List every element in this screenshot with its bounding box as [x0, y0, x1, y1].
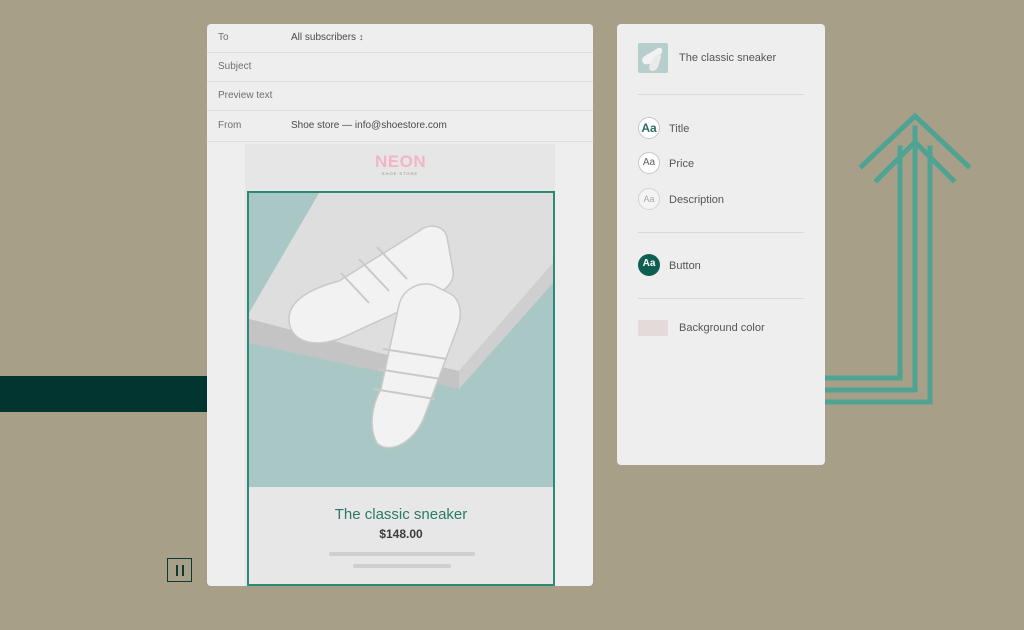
chevron-updown-icon[interactable]: ↕	[359, 32, 364, 42]
text-style-icon: Aa	[638, 117, 660, 139]
to-value[interactable]: All subscribers ↕	[291, 32, 364, 43]
preview-text-field[interactable]: Preview text	[207, 82, 593, 111]
style-panel: The classic sneaker Aa Title Aa Price Aa…	[617, 24, 825, 465]
style-description-label: Description	[669, 194, 725, 206]
divider	[638, 298, 804, 299]
text-style-icon: Aa	[638, 152, 660, 174]
style-title-label: Title	[669, 123, 690, 135]
pause-button[interactable]	[167, 558, 192, 582]
text-style-icon: Aa	[638, 188, 660, 210]
brand-logo: NEON SHOE STORE	[375, 152, 427, 177]
pause-icon	[175, 564, 178, 576]
brand-name: NEON	[375, 152, 427, 171]
description-placeholder-line	[329, 552, 475, 556]
pause-icon	[181, 564, 184, 576]
from-label: From	[218, 120, 242, 131]
upward-arrows-graphic	[822, 112, 972, 405]
from-field[interactable]: From Shoe store — info@shoestore.com	[207, 112, 593, 142]
panel-product-title: The classic sneaker	[679, 52, 777, 64]
product-thumbnail	[638, 43, 668, 73]
background-color-swatch[interactable]	[638, 320, 668, 336]
to-label: To	[218, 32, 229, 43]
decorative-band	[0, 376, 208, 412]
sneaker-thumbnail-icon	[642, 47, 663, 71]
email-editor: To All subscribers ↕ Subject Preview text…	[207, 24, 593, 586]
style-button-label: Button	[669, 260, 701, 272]
divider	[638, 94, 804, 95]
preview-text-label: Preview text	[218, 90, 273, 101]
product-title[interactable]: The classic sneaker	[249, 506, 553, 523]
sneaker-photo	[249, 193, 553, 487]
product-price[interactable]: $148.00	[249, 527, 553, 541]
subject-label: Subject	[218, 61, 252, 72]
description-placeholder-line	[353, 564, 451, 568]
subject-field[interactable]: Subject	[207, 53, 593, 82]
divider	[638, 232, 804, 233]
background-color-label: Background color	[679, 322, 765, 334]
sneaker-illustration	[249, 193, 553, 449]
email-preview: NEON SHOE STORE The classic sneaker $148…	[245, 144, 555, 586]
to-field[interactable]: To All subscribers ↕	[207, 24, 593, 53]
product-block-selected[interactable]: The classic sneaker $148.00	[247, 191, 555, 586]
from-value[interactable]: Shoe store — info@shoestore.com	[291, 120, 447, 131]
brand-subtitle: SHOE STORE	[381, 171, 419, 176]
button-style-icon: Aa	[638, 254, 660, 276]
style-price-label: Price	[669, 158, 695, 170]
